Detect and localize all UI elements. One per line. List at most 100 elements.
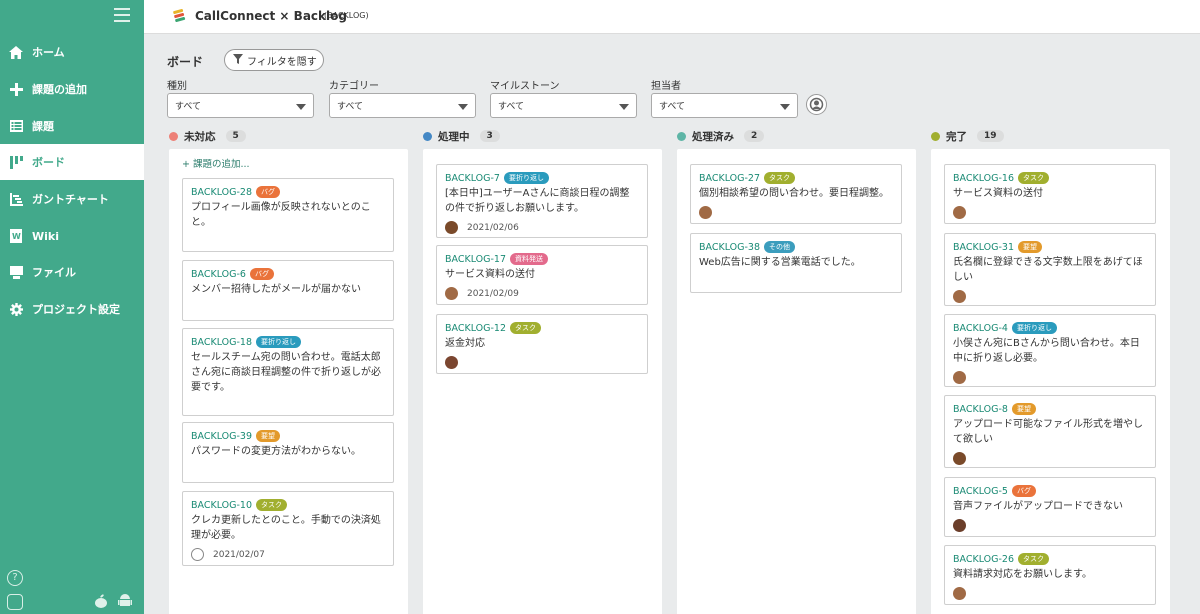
file-icon [9, 265, 23, 279]
issue-card[interactable]: BACKLOG-27 タスク 個別相談希望の問い合わせ。要日程調整。 [690, 164, 902, 224]
project-key: (BACKLOG) [324, 11, 369, 20]
avatar [953, 206, 966, 219]
hamburger-menu-icon[interactable] [114, 8, 130, 22]
board-icon [9, 155, 23, 169]
issue-type-tag: 要望 [1011, 403, 1036, 415]
issue-card[interactable]: BACKLOG-12 タスク 返金対応 [436, 314, 648, 374]
sidebar-item-issues[interactable]: 課題 [0, 108, 144, 144]
issue-meta: 2021/02/06 [445, 221, 639, 234]
category-select[interactable]: すべて [329, 93, 476, 118]
issue-key[interactable]: BACKLOG-12 [445, 323, 506, 334]
issue-meta [445, 356, 639, 369]
issue-key[interactable]: BACKLOG-31 [953, 242, 1014, 253]
issue-card[interactable]: BACKLOG-38 その他 Web広告に関する営業電話でした。 [690, 233, 902, 293]
issue-card[interactable]: BACKLOG-6 バグメンバー招待したがメールが届かない [182, 260, 394, 321]
chat-icon[interactable] [7, 594, 23, 610]
avatar [953, 587, 966, 600]
issue-card[interactable]: BACKLOG-10 タスク クレカ更新したとのこと。手動での決済処理が必要。 202… [182, 491, 394, 566]
issue-summary: 氏名欄に登録できる文字数上限をあげてほしい [953, 257, 1143, 283]
issue-summary: 小俣さん宛にBさんから問い合わせ。本日中に折り返し必要。 [953, 338, 1140, 364]
avatar [699, 206, 712, 219]
sidebar-item-label: ホーム [32, 46, 65, 59]
sidebar-item-add-issue[interactable]: 課題の追加 [0, 71, 144, 107]
issue-summary: プロフィール画像が反映されないとのこと。 [191, 202, 371, 228]
status-dot [169, 131, 178, 141]
issue-type-tag: 要望 [256, 430, 281, 442]
assignee-select[interactable]: すべて [651, 93, 798, 118]
count-badge: 5 [225, 130, 246, 142]
issue-card[interactable]: BACKLOG-28 バグ プロフィール画像が反映されないとのこと。 [182, 178, 394, 252]
issue-summary: [本日中]ユーザーAさんに商談日程の調整の件で折り返しお願いします。 [445, 188, 630, 214]
issue-type-tag: 要折り返し [503, 172, 549, 184]
issue-summary: メンバー招待したがメールが届かない [191, 284, 361, 295]
user-icon [809, 97, 824, 112]
sidebar-item-files[interactable]: ファイル [0, 254, 144, 290]
count-badge: 3 [479, 130, 500, 142]
issue-meta [953, 519, 1147, 532]
issue-card[interactable]: BACKLOG-7 要折り返し [本日中]ユーザーAさんに商談日程の調整の件で折り返… [436, 164, 648, 238]
issue-card[interactable]: BACKLOG-8 要望 アップロード可能なファイル形式を増やして欲しい [944, 395, 1156, 468]
issue-meta [953, 587, 1147, 600]
wiki-icon: W [9, 229, 23, 243]
issue-type-tag: バグ [249, 268, 274, 280]
sidebar-item-board[interactable]: ボード [0, 144, 144, 180]
issue-card[interactable]: BACKLOG-4 要折り返し 小俣さん宛にBさんから問い合わせ。本日中に折り返し必… [944, 314, 1156, 387]
avatar [445, 287, 458, 300]
issue-key[interactable]: BACKLOG-39 [191, 431, 252, 442]
issue-key[interactable]: BACKLOG-28 [191, 187, 252, 198]
sidebar-item-label: ボード [32, 156, 65, 169]
issue-key[interactable]: BACKLOG-17 [445, 254, 506, 265]
issue-type-tag: タスク [256, 499, 288, 511]
page-title: ボード [167, 55, 204, 69]
issue-key[interactable]: BACKLOG-8 [953, 404, 1008, 415]
due-date: 2021/02/06 [467, 222, 519, 233]
issue-key[interactable]: BACKLOG-4 [953, 323, 1008, 334]
issue-type-tag: タスク [510, 322, 542, 334]
issue-card[interactable]: BACKLOG-18 要折り返し セールスチーム宛の問い合わせ。電話太郎さん宛に商談… [182, 328, 394, 416]
sidebar-item-wiki[interactable]: W Wiki [0, 218, 144, 254]
issue-summary: 個別相談希望の問い合わせ。要日程調整。 [699, 188, 889, 199]
avatar [445, 221, 458, 234]
issue-key[interactable]: BACKLOG-7 [445, 173, 500, 184]
sidebar-item-label: 課題 [32, 120, 54, 133]
issue-type-tag: 要折り返し [256, 336, 302, 348]
issue-key[interactable]: BACKLOG-27 [699, 173, 760, 184]
issue-type-tag: タスク [1018, 553, 1050, 565]
issue-card[interactable]: BACKLOG-16 タスク サービス資料の送付 [944, 164, 1156, 224]
add-issue-link[interactable]: + 課題の追加... [182, 156, 250, 170]
top-bar: CallConnect × Backlog (BACKLOG) [144, 0, 1200, 34]
milestone-select[interactable]: すべて [490, 93, 637, 118]
sidebar-item-project-settings[interactable]: プロジェクト設定 [0, 291, 144, 327]
svg-text:W: W [12, 232, 21, 241]
issue-key[interactable]: BACKLOG-10 [191, 500, 252, 511]
hide-filter-button[interactable]: フィルタを隠す [224, 49, 324, 71]
my-assignee-button[interactable] [806, 94, 827, 115]
issue-key[interactable]: BACKLOG-18 [191, 337, 252, 348]
issue-card[interactable]: BACKLOG-39 要望パスワードの変更方法がわからない。 [182, 422, 394, 483]
sidebar-item-gantt[interactable]: ガントチャート [0, 181, 144, 217]
issue-key[interactable]: BACKLOG-5 [953, 486, 1008, 497]
issue-card[interactable]: BACKLOG-17 資料発送 サービス資料の送付 2021/02/09 [436, 245, 648, 305]
help-icon[interactable]: ? [7, 570, 23, 586]
issue-key[interactable]: BACKLOG-38 [699, 242, 760, 253]
column-header-resolved: 処理済み 2 [677, 128, 765, 144]
issue-meta [953, 452, 1147, 465]
column-header-open: 未対応 5 [169, 128, 246, 144]
issue-key[interactable]: BACKLOG-26 [953, 554, 1014, 565]
issue-key[interactable]: BACKLOG-16 [953, 173, 1014, 184]
apple-icon[interactable] [95, 594, 107, 611]
project-logo-icon [172, 8, 186, 23]
android-icon[interactable] [118, 593, 132, 611]
issue-summary: パスワードの変更方法がわからない。 [191, 446, 361, 457]
issue-card[interactable]: BACKLOG-31 要望氏名欄に登録できる文字数上限をあげてほしい [944, 233, 1156, 306]
plus-icon [9, 82, 23, 96]
issue-card[interactable]: BACKLOG-26 タスク資料請求対応をお願いします。 [944, 545, 1156, 605]
type-select[interactable]: すべて [167, 93, 314, 118]
sidebar-item-home[interactable]: ホーム [0, 34, 144, 70]
issue-key[interactable]: BACKLOG-6 [191, 269, 246, 280]
status-dot [423, 131, 432, 141]
issue-card[interactable]: BACKLOG-5 バグ 音声ファイルがアップロードできない [944, 477, 1156, 537]
issue-summary: 資料請求対応をお願いします。 [953, 569, 1092, 580]
issue-type-tag: 要望 [1018, 241, 1043, 253]
chevron-down-icon [296, 104, 306, 110]
